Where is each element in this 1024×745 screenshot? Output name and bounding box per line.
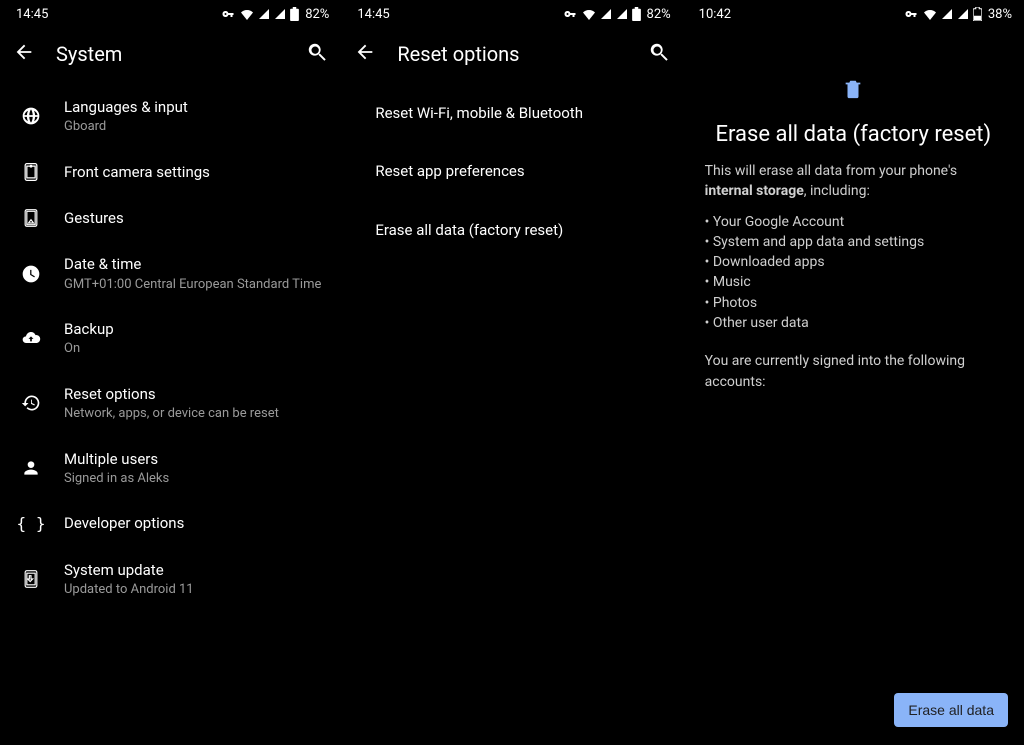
signal-icon [941, 8, 953, 20]
erase-bullets: Your Google Account System and app data … [705, 212, 1002, 334]
battery-icon [290, 7, 299, 21]
signal-icon [957, 8, 969, 20]
row-subtitle: GMT+01:00 Central European Standard Time [64, 276, 325, 294]
signal-icon [600, 8, 612, 20]
row-developer-options[interactable]: { } Developer options [0, 500, 341, 546]
search-button[interactable] [303, 41, 331, 67]
person-icon [16, 458, 46, 478]
screen-reset-options: 14:45 82% Reset options Reset Wi-Fi, mob… [341, 0, 682, 745]
row-backup[interactable]: BackupOn [0, 306, 341, 371]
erase-all-data-button[interactable]: Erase all data [894, 693, 1008, 727]
status-time: 14:45 [357, 7, 389, 22]
wifi-icon [240, 8, 254, 20]
row-subtitle: Network, apps, or device can be reset [64, 405, 325, 423]
row-multiple-users[interactable]: Multiple usersSigned in as Aleks [0, 436, 341, 501]
status-bar: 14:45 82% [341, 0, 682, 28]
wifi-icon [923, 8, 937, 20]
row-languages-input[interactable]: Languages & inputGboard [0, 84, 341, 149]
status-bar: 10:42 38% [683, 0, 1024, 28]
signed-in-msg: You are currently signed into the follow… [705, 351, 1002, 392]
erase-action-bar: Erase all data [894, 693, 1008, 727]
reset-list: Reset Wi-Fi, mobile & Bluetooth Reset ap… [341, 84, 682, 259]
erase-body: This will erase all data from your phone… [683, 147, 1024, 402]
page-title: System [56, 42, 303, 66]
back-button[interactable] [10, 41, 38, 67]
bullet-item: Photos [705, 293, 1002, 313]
back-button[interactable] [351, 41, 379, 67]
row-date-time[interactable]: Date & time GMT+01:00 Central European St… [0, 241, 341, 306]
row-erase-all-data[interactable]: Erase all data (factory reset) [341, 201, 682, 259]
battery-percent: 82% [305, 7, 329, 22]
row-subtitle: Gboard [64, 118, 325, 136]
row-subtitle: On [64, 340, 325, 358]
vpn-key-icon [220, 8, 236, 20]
clock-icon [16, 264, 46, 284]
row-subtitle: Signed in as Aleks [64, 470, 325, 488]
bullet-item: Your Google Account [705, 212, 1002, 232]
status-right: 82% [220, 7, 329, 22]
battery-icon [973, 7, 982, 21]
vpn-key-icon [903, 8, 919, 20]
status-right: 38% [903, 7, 1012, 22]
row-title: Erase all data (factory reset) [375, 220, 666, 240]
row-title: Gestures [64, 208, 325, 228]
phone-camera-icon [16, 162, 46, 182]
screen-system: 14:45 82% System [0, 0, 341, 745]
row-title: Developer options [64, 513, 325, 533]
bullet-item: System and app data and settings [705, 232, 1002, 252]
bullet-item: Downloaded apps [705, 252, 1002, 272]
status-time: 14:45 [16, 7, 48, 22]
bullet-item: Music [705, 272, 1002, 292]
restore-icon [16, 393, 46, 413]
row-title: Reset options [64, 384, 325, 404]
screen-erase: 10:42 38% Erase all data (factory reset)… [683, 0, 1024, 745]
row-subtitle: Updated to Android 11 [64, 581, 325, 599]
signal-icon [258, 8, 270, 20]
row-title: System update [64, 560, 325, 580]
row-reset-app-prefs[interactable]: Reset app preferences [341, 142, 682, 200]
row-title: Reset app preferences [375, 161, 666, 181]
status-time: 10:42 [699, 7, 731, 22]
header: Reset options [341, 28, 682, 84]
page-title: Reset options [397, 42, 644, 66]
system-update-icon [16, 569, 46, 589]
header: System [0, 28, 341, 84]
erase-title: Erase all data (factory reset) [700, 122, 1008, 147]
wifi-icon [582, 8, 596, 20]
battery-percent: 38% [988, 7, 1012, 22]
row-title: Multiple users [64, 449, 325, 469]
status-right: 82% [562, 7, 671, 22]
globe-icon [16, 106, 46, 126]
gestures-icon [16, 208, 46, 228]
row-gestures[interactable]: Gestures [0, 195, 341, 241]
row-reset-options[interactable]: Reset optionsNetwork, apps, or device ca… [0, 371, 341, 436]
search-button[interactable] [645, 41, 673, 67]
battery-icon [632, 7, 641, 21]
settings-list: Languages & inputGboard Front camera set… [0, 84, 341, 612]
signal-icon [274, 8, 286, 20]
row-reset-wifi[interactable]: Reset Wi-Fi, mobile & Bluetooth [341, 84, 682, 142]
erase-intro: This will erase all data from your phone… [705, 161, 1002, 202]
row-front-camera[interactable]: Front camera settings [0, 149, 341, 195]
vpn-key-icon [562, 8, 578, 20]
status-bar: 14:45 82% [0, 0, 341, 28]
signal-icon [616, 8, 628, 20]
bullet-item: Other user data [705, 313, 1002, 333]
row-title: Date & time [64, 254, 325, 274]
row-title: Reset Wi-Fi, mobile & Bluetooth [375, 103, 666, 123]
trash-icon [842, 78, 864, 104]
braces-icon: { } [16, 514, 46, 533]
cloud-upload-icon [16, 328, 46, 348]
battery-percent: 82% [647, 7, 671, 22]
row-system-update[interactable]: System updateUpdated to Android 11 [0, 547, 341, 612]
row-title: Backup [64, 319, 325, 339]
row-title: Front camera settings [64, 162, 325, 182]
row-title: Languages & input [64, 97, 325, 117]
